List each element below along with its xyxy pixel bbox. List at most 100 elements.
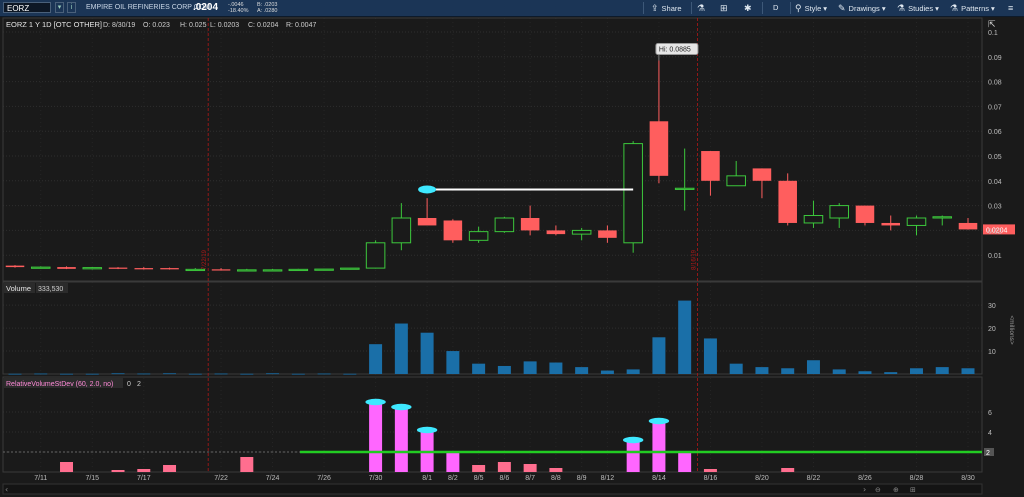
- time-axis-label: 8/1: [422, 475, 432, 482]
- volume-bar: [214, 373, 228, 375]
- rvsd-highlight-marker: [365, 398, 386, 406]
- study-value-2: 2: [137, 381, 141, 388]
- time-axis-label: 8/2: [448, 475, 458, 482]
- candle-body-up: [623, 143, 643, 244]
- time-axis-label: 8/12: [601, 475, 615, 482]
- candle-body-down: [778, 180, 797, 223]
- rvsd-level-tag: 2: [986, 450, 990, 457]
- volume-bar: [60, 373, 74, 375]
- volume-bar: [137, 373, 151, 375]
- hi-callout-label: Hi: 0.0885: [659, 47, 691, 54]
- study-panel: [2, 376, 983, 473]
- time-axis-label: 8/6: [500, 475, 510, 482]
- time-axis-label: 7/30: [369, 475, 383, 482]
- time-axis-label: 8/28: [910, 475, 924, 482]
- time-axis-label: 8/5: [474, 475, 484, 482]
- expand-icon[interactable]: ⇱: [988, 20, 996, 30]
- rvsd-bar: [369, 402, 383, 472]
- candle-body-down: [417, 218, 437, 226]
- candle-body-down: [855, 205, 875, 223]
- candle-body-up: [932, 216, 953, 219]
- rvsd-bar: [446, 452, 460, 472]
- volume-bar: [111, 373, 125, 375]
- rvsd-bar: [394, 407, 408, 472]
- time-axis-label: 8/9: [577, 475, 587, 482]
- candle-body-down: [958, 222, 978, 230]
- volume-bar: [472, 363, 486, 374]
- rvsd-bar: [240, 457, 254, 472]
- rvsd-bar: [472, 465, 486, 472]
- candle-body-up: [494, 217, 515, 233]
- rvsd-highlight-marker: [391, 403, 412, 411]
- price-axis-label: 0.02: [988, 228, 1002, 235]
- time-axis-label: 8/22: [807, 475, 821, 482]
- ohlc-open: O: 0.023: [143, 22, 170, 29]
- ohlc-high: H: 0.025: [180, 22, 207, 29]
- time-axis-label: 7/24: [266, 475, 280, 482]
- zoom-in-icon[interactable]: ⊕: [893, 486, 899, 494]
- rvsd-highlight-marker: [648, 417, 670, 425]
- candle-body-up: [391, 217, 412, 244]
- volume-bar: [678, 300, 692, 374]
- price-axis-label: 0.07: [988, 104, 1002, 111]
- time-axis-label: 8/26: [858, 475, 872, 482]
- rvsd-bar: [678, 452, 692, 472]
- candle-body-up: [30, 266, 51, 269]
- volume-bar: [369, 344, 383, 374]
- volume-bar: [703, 338, 717, 374]
- volume-bar: [806, 360, 820, 374]
- study-axis-label: 6: [988, 410, 992, 417]
- chart-canvas[interactable]: 7/22/19 8/16/19 2 Hi: 0.0885 0.02 0 4 0.1 0.0…: [0, 0, 1024, 497]
- zoom-fit-icon[interactable]: ⊞: [910, 486, 916, 494]
- time-axis-label: 7/22: [214, 475, 228, 482]
- event-marker-label: 8/16/19: [692, 249, 698, 270]
- candle-body-down: [598, 230, 617, 238]
- volume-bar: [549, 362, 563, 374]
- time-axis-label: 7/17: [137, 475, 151, 482]
- scroll-right-icon[interactable]: ›: [863, 485, 866, 494]
- price-axis-label: 0.01: [988, 253, 1002, 260]
- volume-bar: [626, 369, 640, 374]
- candle-body-up: [571, 229, 592, 235]
- volume-bar: [34, 373, 48, 375]
- volume-bar: [343, 373, 357, 375]
- rvsd-bar: [626, 440, 640, 472]
- candle-body-up: [365, 242, 386, 269]
- volume-bar: [600, 370, 614, 374]
- price-axis-label: 0.1: [988, 30, 998, 37]
- candle-body-down: [160, 268, 179, 270]
- rvsd-highlight-marker: [622, 436, 644, 444]
- volume-bar: [446, 351, 460, 374]
- volume-bar: [85, 373, 99, 375]
- volume-axis-label: 30: [988, 303, 996, 310]
- volume-bar: [163, 373, 177, 375]
- ohlc-date: D: 8/30/19: [103, 22, 135, 29]
- volume-bar: [420, 332, 434, 374]
- candle-body-up: [468, 231, 489, 241]
- candle-body-down: [752, 168, 772, 181]
- rvsd-bar: [497, 462, 511, 472]
- volume-bar: [961, 368, 975, 374]
- price-axis-label: 0.06: [988, 129, 1002, 136]
- time-axis-label: 8/14: [652, 475, 666, 482]
- volume-bar: [781, 368, 795, 374]
- volume-axis-label: 10: [988, 349, 996, 356]
- ray-anchor-handle[interactable]: [418, 185, 437, 194]
- volume-bar: [729, 363, 743, 374]
- volume-bar: [909, 368, 923, 374]
- volume-bar: [884, 372, 898, 374]
- scroll-left-icon[interactable]: ‹: [5, 485, 8, 494]
- ohlc-low: L: 0.0203: [210, 22, 239, 29]
- candle-body-up: [906, 217, 927, 226]
- volume-axis-label: 20: [988, 326, 996, 333]
- price-axis-label: 0.08: [988, 80, 1002, 87]
- volume-unit: <millions>: [1008, 315, 1015, 344]
- candle-body-down: [546, 230, 566, 235]
- zoom-out-icon[interactable]: ⊖: [875, 486, 881, 494]
- price-axis-label: 0.04: [988, 179, 1002, 186]
- scrollbar[interactable]: [2, 483, 983, 495]
- volume-bar: [652, 337, 666, 374]
- volume-bar: [832, 369, 846, 374]
- volume-bar: [317, 373, 331, 375]
- volume-bar: [188, 373, 202, 375]
